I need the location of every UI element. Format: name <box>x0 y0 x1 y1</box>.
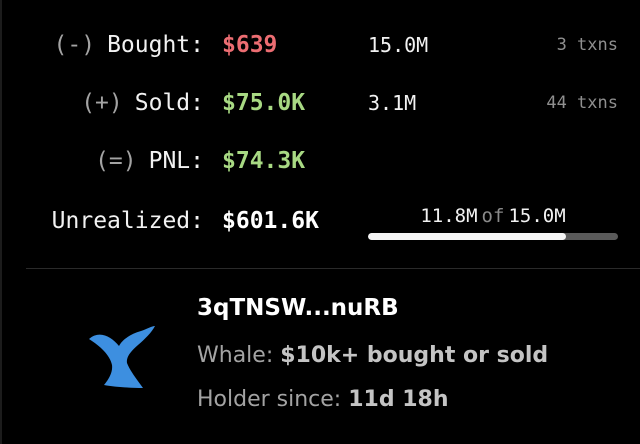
category-label: Whale: <box>197 343 274 368</box>
plus-operator: (+) <box>81 90 123 116</box>
bought-row: (-) Bought: $639 15.0M 3 txns <box>0 25 640 65</box>
unrealized-amount: $601.6K <box>222 208 319 234</box>
bought-txns: 3 txns <box>556 35 618 55</box>
wallet-card: 3qTNSW...nuRB Whale: $10k+ bought or sol… <box>0 280 640 440</box>
whale-tail-icon <box>89 326 155 388</box>
bought-label-group: (-) Bought: <box>54 25 204 65</box>
holdings-text: 11.8M of 15.0M <box>368 203 618 229</box>
unrealized-label-group: Unrealized: <box>52 201 204 241</box>
bought-label: Bought: <box>107 32 204 58</box>
progress-fill <box>368 233 566 240</box>
unrealized-row: Unrealized: $601.6K 11.8M of 15.0M <box>0 201 640 241</box>
bought-tokens: 15.0M <box>368 33 429 57</box>
sold-tokens: 3.1M <box>368 91 417 115</box>
of-word: of <box>481 205 505 227</box>
wallet-category: Whale: $10k+ bought or sold <box>197 343 548 368</box>
progress-track <box>368 233 618 240</box>
total-amount: 15.0M <box>508 205 566 227</box>
sold-label: Sold: <box>134 90 204 116</box>
holdings-progress: 11.8M of 15.0M <box>368 201 618 241</box>
minus-operator: (-) <box>53 32 96 58</box>
category-value: $10k+ bought or sold <box>280 343 549 368</box>
holder-since-value: 11d 18h <box>348 387 449 412</box>
holder-since: Holder since: 11d 18h <box>197 387 449 412</box>
pnl-label: PNL: <box>148 148 204 174</box>
holder-since-label: Holder since: <box>197 387 342 412</box>
sold-label-group: (+) Sold: <box>81 83 204 123</box>
trade-stats-panel: (-) Bought: $639 15.0M 3 txns (+) Sold: $7… <box>0 0 640 270</box>
pnl-label-group: (=) PNL: <box>95 141 204 181</box>
bought-amount: $639 <box>222 32 278 58</box>
wallet-address[interactable]: 3qTNSW...nuRB <box>197 295 399 321</box>
sold-txns: 44 txns <box>546 93 618 113</box>
equals-operator: (=) <box>95 148 137 174</box>
section-divider <box>26 268 640 269</box>
pnl-row: (=) PNL: $74.3K <box>0 141 640 181</box>
sold-row: (+) Sold: $75.0K 3.1M 44 txns <box>0 83 640 123</box>
unrealized-label: Unrealized: <box>51 208 204 234</box>
pnl-amount: $74.3K <box>222 148 306 174</box>
held-amount: 11.8M <box>420 205 478 227</box>
sold-amount: $75.0K <box>222 90 306 116</box>
